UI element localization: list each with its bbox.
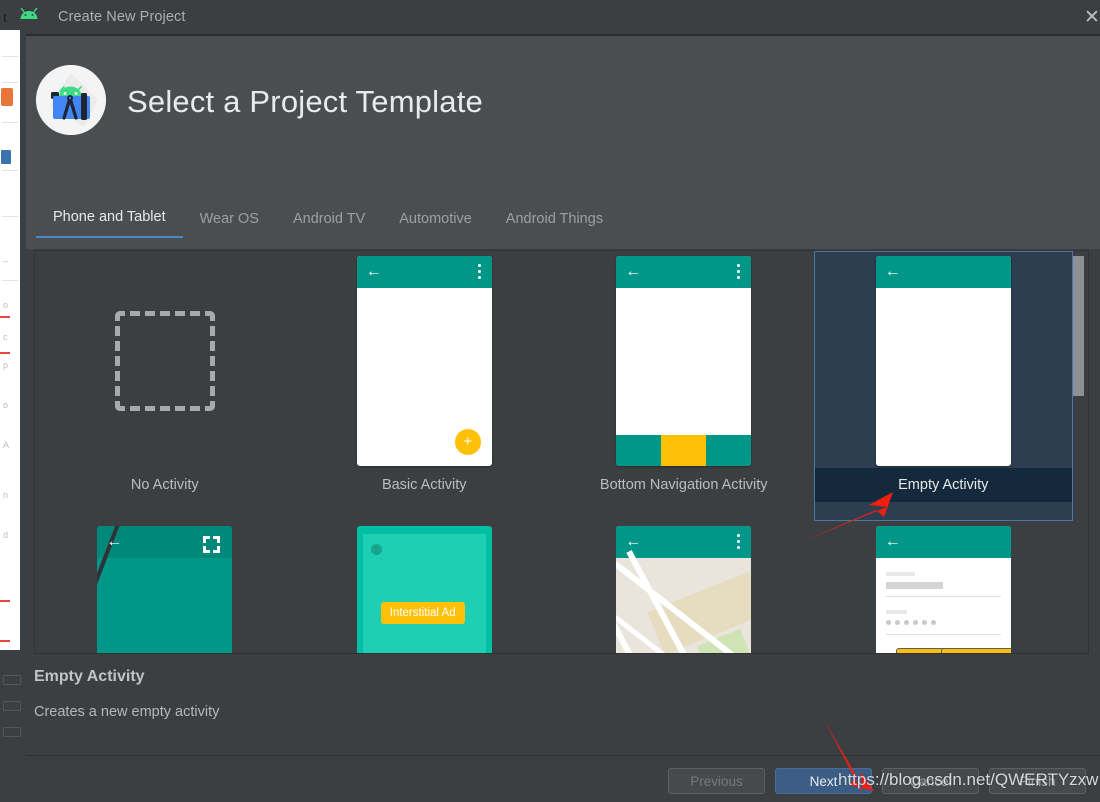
template-info-panel: Empty Activity Creates a new empty activ… xyxy=(26,656,1100,755)
overflow-menu-icon xyxy=(737,264,741,279)
fullscreen-activity-thumbnail: ← xyxy=(97,526,233,653)
template-grid-scrollbar-track[interactable] xyxy=(1073,253,1086,653)
template-card-empty-activity[interactable]: ← Empty Activity xyxy=(813,251,1073,521)
previous-button[interactable]: Previous xyxy=(668,768,765,794)
template-label: Basic Activity xyxy=(381,477,467,493)
back-arrow-icon: ← xyxy=(625,263,642,280)
template-card-no-activity[interactable]: No Activity xyxy=(35,251,295,521)
back-arrow-icon: ← xyxy=(106,533,123,550)
template-card-fullscreen-activity[interactable]: ← Fullscreen Activity xyxy=(35,521,295,653)
back-arrow-icon: ← xyxy=(365,263,382,280)
screenshot-root: t – o c p o A n d Create New Project ✕ S… xyxy=(0,0,1100,802)
admob-activity-thumbnail: Interstitial Ad xyxy=(356,526,492,653)
dialog-header: Select a Project Template xyxy=(26,36,1100,173)
maps-activity-thumbnail: ← xyxy=(616,526,752,653)
template-card-admob-activity[interactable]: Interstitial Ad Google AdMob Ads Activit… xyxy=(295,521,555,653)
overflow-menu-icon xyxy=(477,264,481,279)
template-grid: No Activity ← + Basic Activity ← Bottom … xyxy=(34,250,1089,654)
bottom-nav-bar xyxy=(616,435,752,466)
overflow-menu-icon xyxy=(737,534,741,549)
finish-button[interactable]: Finish xyxy=(989,768,1086,794)
basic-activity-thumbnail: ← + xyxy=(356,256,492,466)
page-title: Select a Project Template xyxy=(127,84,483,119)
selected-template-description: Creates a new empty activity xyxy=(34,704,220,720)
template-card-maps-activity[interactable]: ← xyxy=(554,521,814,653)
background-bottom-panel xyxy=(0,655,26,802)
create-new-project-dialog: Create New Project ✕ Select a Project Te… xyxy=(20,0,1100,802)
login-activity-thumbnail: ← xyxy=(875,526,1011,653)
template-card-bottom-navigation-activity[interactable]: ← Bottom Navigation Activity xyxy=(554,251,814,521)
back-arrow-icon: ← xyxy=(884,263,901,280)
tab-automotive[interactable]: Automotive xyxy=(382,211,489,238)
dashed-placeholder-icon xyxy=(114,311,215,411)
floating-action-button-icon: + xyxy=(454,429,481,455)
background-text-fragment: t xyxy=(3,10,8,26)
map-canvas xyxy=(616,550,752,653)
android-studio-logo-icon xyxy=(36,65,106,135)
tab-wear-os[interactable]: Wear OS xyxy=(183,211,276,238)
tab-android-tv[interactable]: Android TV xyxy=(276,211,382,238)
template-card-login-activity[interactable]: ← xyxy=(814,521,1074,653)
interstitial-ad-label: Interstitial Ad xyxy=(380,602,465,624)
empty-activity-thumbnail: ← xyxy=(875,256,1011,466)
next-button[interactable]: Next xyxy=(775,768,872,794)
dialog-footer: Previous Next Cancel Finish xyxy=(26,755,1100,802)
template-card-basic-activity[interactable]: ← + Basic Activity xyxy=(295,251,555,521)
template-label: Empty Activity xyxy=(813,468,1073,502)
template-category-tabs: Phone and Tablet Wear OS Android TV Auto… xyxy=(26,173,1100,249)
background-ide-sliver: t – o c p o A n d xyxy=(0,0,26,802)
camera-dot-icon xyxy=(370,544,382,555)
no-activity-thumbnail xyxy=(97,256,232,466)
dialog-title: Create New Project xyxy=(58,9,186,25)
back-arrow-icon: ← xyxy=(625,533,642,550)
android-robot-icon xyxy=(18,7,46,27)
template-grid-scrollbar-thumb[interactable] xyxy=(1073,256,1084,396)
close-icon[interactable]: ✕ xyxy=(1082,8,1100,28)
tab-android-things[interactable]: Android Things xyxy=(489,211,620,238)
tab-phone-and-tablet[interactable]: Phone and Tablet xyxy=(36,209,183,238)
password-dots xyxy=(885,620,936,625)
fullscreen-expand-icon xyxy=(203,536,221,553)
overflow-menu-icon xyxy=(886,534,889,549)
bottom-navigation-thumbnail: ← xyxy=(616,256,752,466)
dialog-titlebar: Create New Project ✕ xyxy=(20,0,1100,34)
template-label: Bottom Navigation Activity xyxy=(599,477,768,493)
cancel-button[interactable]: Cancel xyxy=(882,768,979,794)
selected-template-title: Empty Activity xyxy=(34,668,145,685)
template-label: No Activity xyxy=(130,477,199,493)
